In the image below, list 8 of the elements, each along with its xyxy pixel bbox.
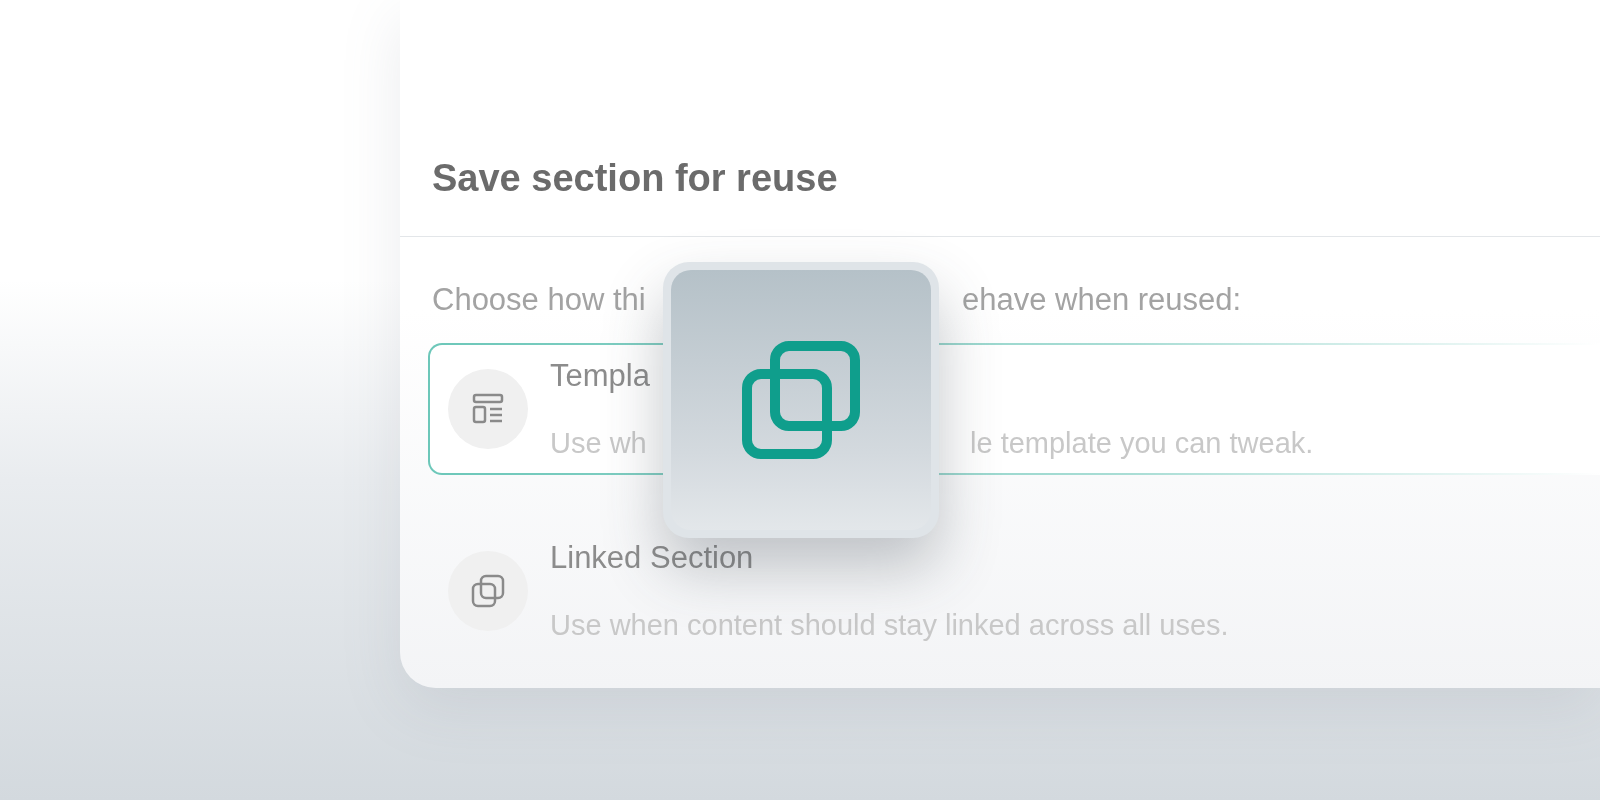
option-title: Linked Section bbox=[550, 539, 754, 577]
layout-icon bbox=[471, 392, 505, 426]
copy-icon bbox=[471, 574, 505, 608]
copy-icon bbox=[742, 341, 860, 459]
option-title: Templa bbox=[550, 357, 650, 395]
prompt-text: Choose how thi bbox=[432, 281, 647, 319]
dialog-title: Save section for reuse bbox=[431, 156, 839, 201]
prompt-text: ehave when reused: bbox=[962, 281, 1242, 319]
